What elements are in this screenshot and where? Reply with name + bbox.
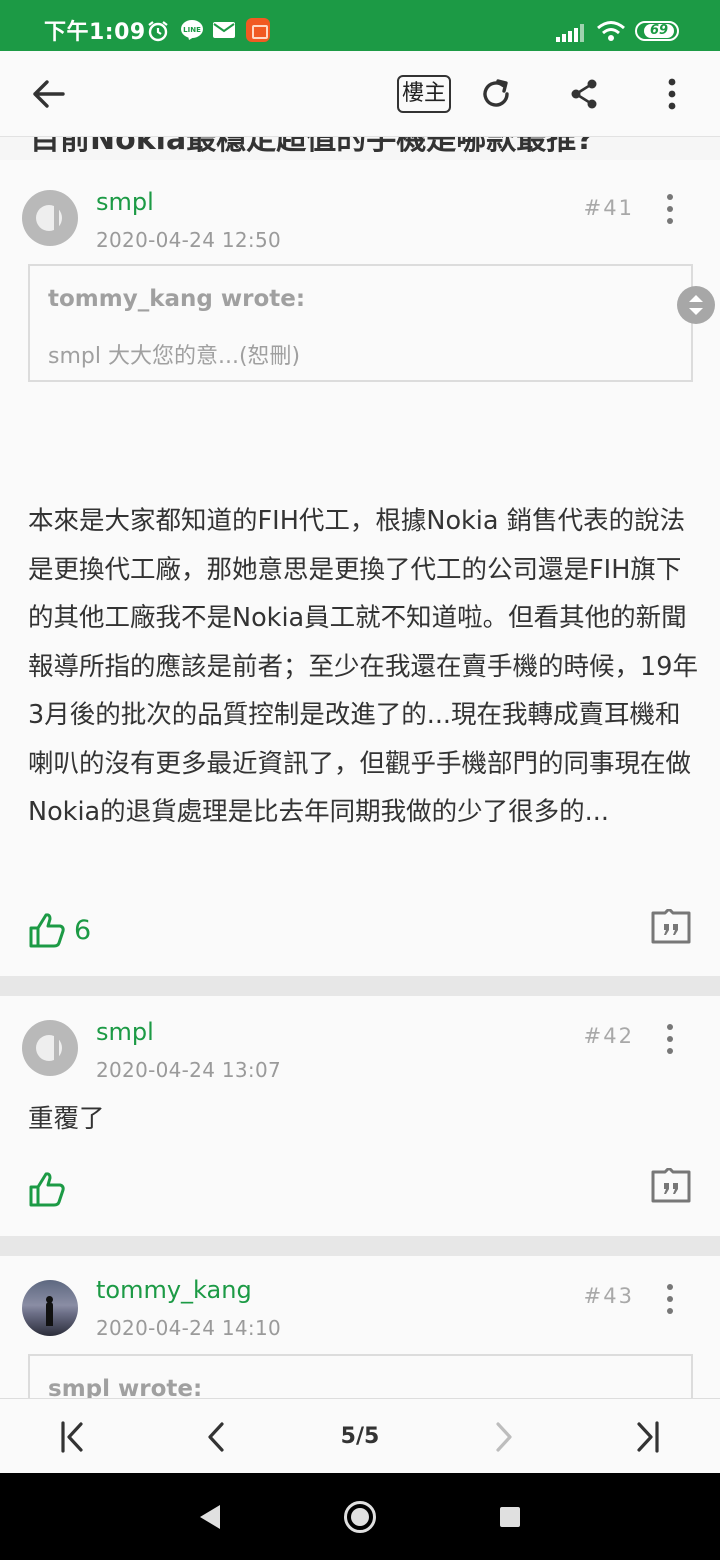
- thumbs-up-icon: [29, 913, 65, 948]
- avatar[interactable]: [22, 190, 78, 246]
- first-page-button[interactable]: [44, 1399, 100, 1474]
- status-bar: 下午1:09 LINE 69: [0, 0, 720, 51]
- arrow-left-icon: [33, 80, 65, 108]
- status-time: 下午1:09: [44, 20, 146, 45]
- quote-reply-button[interactable]: [651, 907, 691, 945]
- system-back-button[interactable]: [180, 1473, 240, 1560]
- post-floor: #42: [583, 1024, 634, 1048]
- share-icon: [571, 79, 597, 109]
- avatar[interactable]: [22, 1020, 78, 1076]
- chevron-right-icon: [496, 1421, 512, 1452]
- last-page-button[interactable]: [620, 1399, 676, 1474]
- quote-icon: [651, 1166, 691, 1203]
- line-app-icon: LINE: [181, 20, 203, 40]
- post-floor: #41: [583, 196, 634, 220]
- post-content: 重覆了: [28, 1104, 105, 1134]
- previous-page-button[interactable]: [188, 1399, 244, 1474]
- post-more-button[interactable]: [659, 1282, 681, 1316]
- triangle-back-icon: [200, 1504, 220, 1529]
- mail-icon: [213, 22, 235, 38]
- square-recents-icon: [500, 1506, 520, 1527]
- post-more-button[interactable]: [659, 1022, 681, 1056]
- post-43: tommy_kang 2020-04-24 14:10 #43 smpl wro…: [0, 1256, 720, 1398]
- page-indicator[interactable]: 5/5: [320, 1399, 400, 1474]
- op-only-button[interactable]: 樓主: [394, 51, 454, 137]
- more-options-button[interactable]: [644, 51, 700, 137]
- page-navigation-bar: 5/5: [0, 1398, 720, 1473]
- post-content: 本來是大家都知道的FIH代工，根據Nokia 銷售代表的說法是更換代工廠，那她意…: [28, 506, 698, 827]
- back-button[interactable]: [20, 51, 76, 137]
- quote-block[interactable]: smpl wrote:: [28, 1354, 693, 1398]
- next-page-button[interactable]: [476, 1399, 532, 1474]
- quote-header: smpl wrote:: [48, 1376, 203, 1398]
- refresh-icon: [483, 79, 509, 107]
- quote-reply-button[interactable]: [651, 1166, 691, 1204]
- like-button[interactable]: [28, 1169, 66, 1209]
- quote-icon: [651, 907, 691, 944]
- post-divider: [0, 1236, 720, 1256]
- battery-level: 69: [644, 24, 674, 38]
- post-more-button[interactable]: [659, 192, 681, 226]
- signal-icon: [556, 24, 584, 42]
- avatar[interactable]: [22, 1280, 78, 1336]
- share-button[interactable]: [556, 51, 612, 137]
- scroll-arrows-icon: [689, 295, 703, 315]
- post-divider: [0, 976, 720, 996]
- svg-text:LINE: LINE: [183, 26, 201, 34]
- post-floor: #43: [583, 1284, 634, 1308]
- system-navigation-bar: [0, 1473, 720, 1560]
- system-home-button[interactable]: [330, 1473, 390, 1560]
- chevron-left-icon: [208, 1421, 224, 1452]
- like-button[interactable]: 6: [28, 910, 91, 950]
- more-vert-icon: [668, 78, 676, 110]
- refresh-button[interactable]: [468, 51, 524, 137]
- post-username[interactable]: smpl: [96, 1018, 154, 1046]
- wifi-icon: [597, 21, 625, 41]
- post-41: smpl 2020-04-24 12:50 #41 tommy_kang wro…: [0, 160, 720, 976]
- op-only-label: 樓主: [396, 75, 451, 113]
- post-date: 2020-04-24 13:07: [96, 1058, 282, 1082]
- app-notification-icon: [246, 18, 270, 42]
- quote-header: tommy_kang wrote:: [48, 286, 306, 312]
- fast-scroll-handle[interactable]: [677, 286, 715, 324]
- last-page-icon: [637, 1420, 659, 1453]
- post-42: smpl 2020-04-24 13:07 #42 重覆了: [0, 996, 720, 1236]
- like-count: 6: [74, 914, 92, 946]
- system-recents-button[interactable]: [480, 1473, 540, 1560]
- battery-icon: 69: [635, 21, 679, 41]
- home-circle-icon: [344, 1500, 376, 1533]
- top-toolbar: 樓主: [0, 51, 720, 137]
- thumbs-up-icon: [29, 1172, 65, 1207]
- post-date: 2020-04-24 12:50: [96, 228, 282, 252]
- post-username[interactable]: tommy_kang: [96, 1276, 252, 1304]
- alarm-icon: [148, 21, 168, 42]
- quote-body: smpl 大大您的意...(恕刪): [48, 344, 301, 369]
- quote-block[interactable]: tommy_kang wrote: smpl 大大您的意...(恕刪): [28, 264, 693, 382]
- first-page-icon: [61, 1420, 83, 1453]
- post-date: 2020-04-24 14:10: [96, 1316, 282, 1340]
- post-username[interactable]: smpl: [96, 188, 154, 216]
